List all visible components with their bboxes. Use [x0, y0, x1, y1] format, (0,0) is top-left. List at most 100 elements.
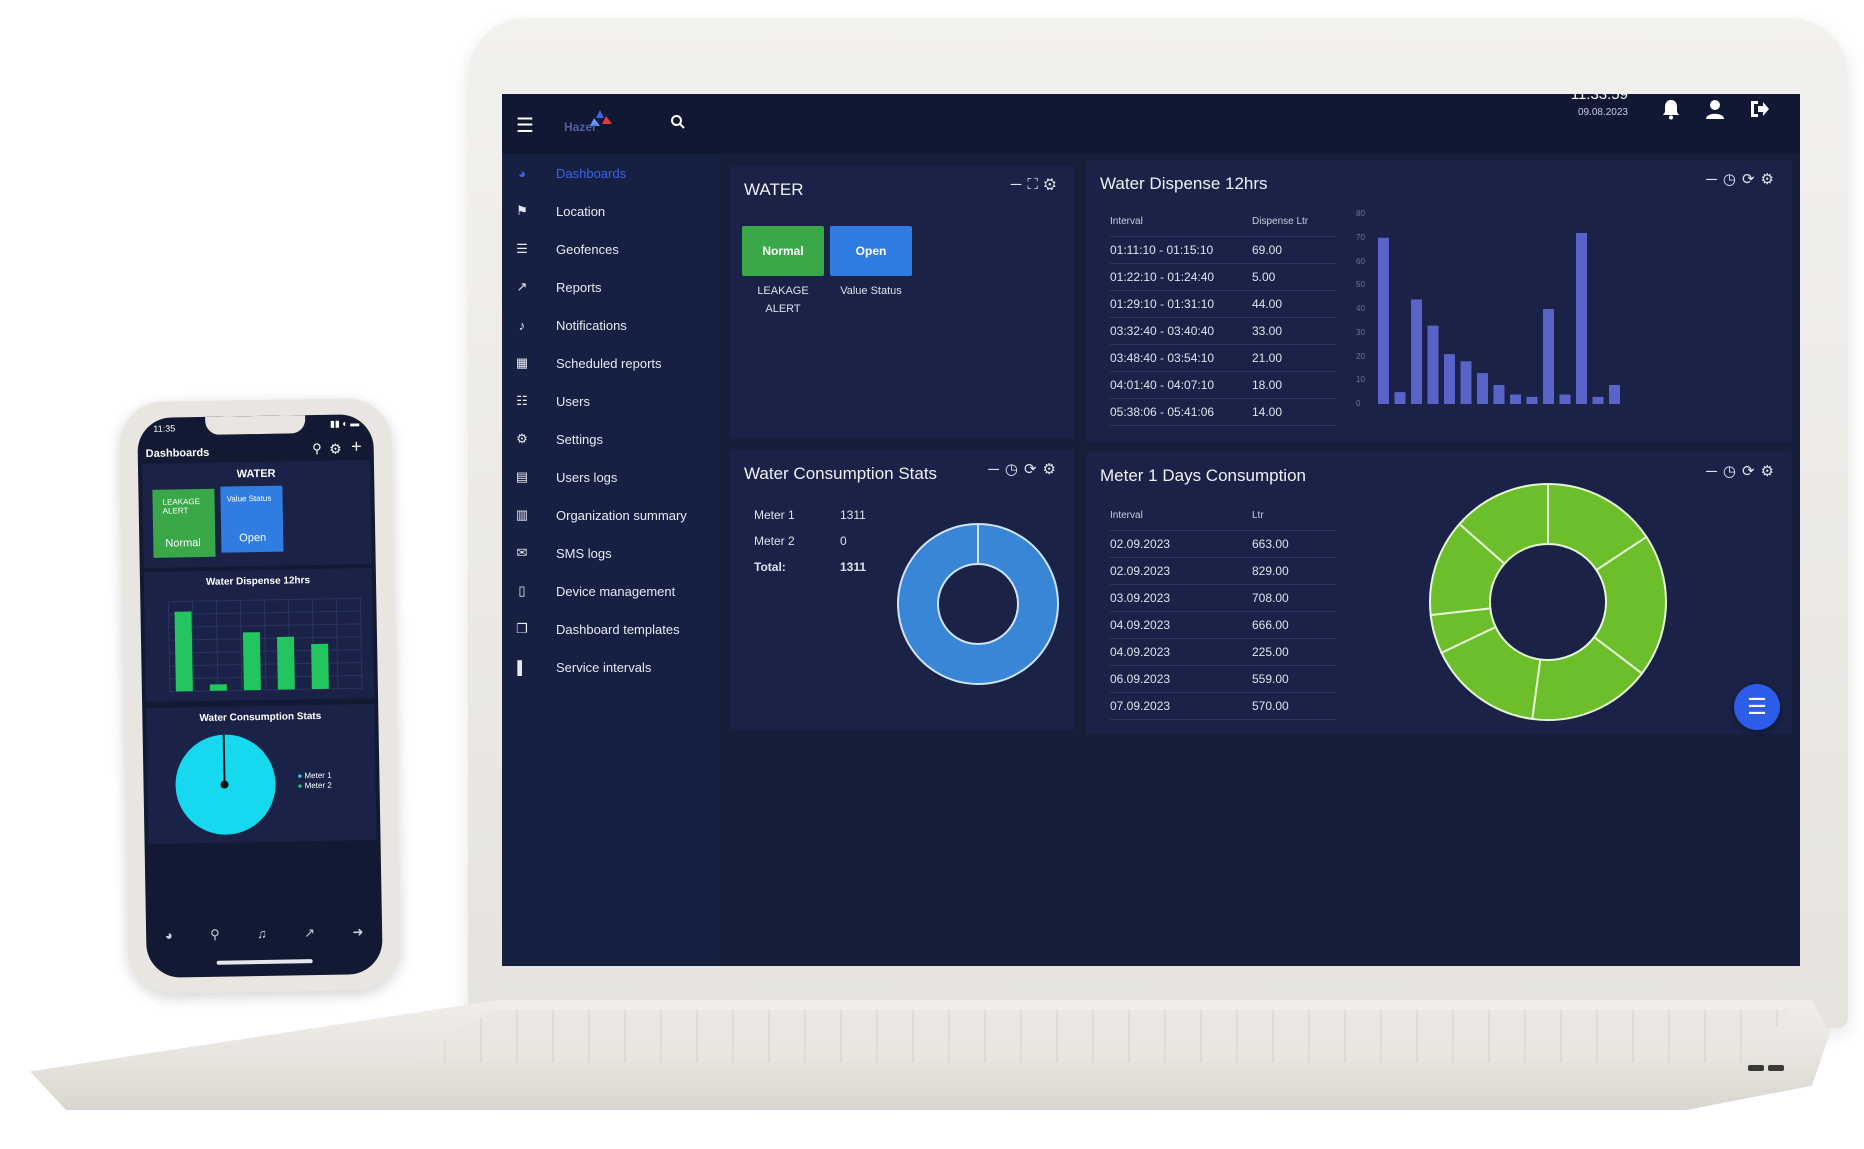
sidebar-item-notifications[interactable]: ♪ Notifications — [502, 306, 720, 344]
sidebar-item-organization-summary[interactable]: ▥ Organization summary — [502, 496, 720, 534]
fullscreen-icon[interactable]: ⛶ — [1027, 176, 1044, 193]
sidebar-item-device-management[interactable]: ▯ Device management — [502, 572, 720, 610]
phone-add-icon[interactable]: + — [351, 436, 362, 457]
phone-leak-status[interactable]: LEAKAGE ALERT Normal — [152, 488, 216, 558]
phone-gridline — [168, 610, 363, 615]
dispense-bar — [1526, 396, 1538, 404]
leakage-caption: LEAKAGE ALERT — [757, 285, 809, 315]
gear-icon[interactable]: ⚙ — [1761, 463, 1780, 480]
minimize-icon[interactable]: ─ — [1706, 463, 1723, 480]
sidebar-item-users[interactable]: ☷ Users — [502, 382, 720, 420]
sidebar-item-location[interactable]: ⚑ Location — [502, 192, 720, 230]
refresh-icon[interactable]: ⟳ — [1742, 171, 1761, 188]
sidebar-item-users-logs[interactable]: ▤ Users logs — [502, 458, 720, 496]
hamburger-menu-icon[interactable]: ☰ — [516, 116, 534, 136]
sidebar-item-sms-logs[interactable]: ✉ SMS logs — [502, 534, 720, 572]
sidebar-item-label: Device management — [556, 583, 676, 599]
sidebar-item-label: Organization summary — [556, 507, 687, 523]
nav-bell-icon[interactable]: ♫ — [257, 926, 267, 950]
phone-gridline — [167, 601, 171, 692]
table-cell: 708.00 — [1252, 584, 1336, 612]
phone-dispense-bar — [311, 643, 329, 690]
phone-dispense-chart — [167, 597, 364, 693]
table-cell: 559.00 — [1252, 665, 1336, 693]
valve-caption: Value Status — [840, 285, 902, 297]
sidebar-item-dashboard-templates[interactable]: ❐ Dashboard templates — [502, 610, 720, 648]
refresh-icon[interactable]: ⟳ — [1742, 463, 1761, 480]
dispense-bar — [1510, 394, 1521, 404]
dispense-bar — [1559, 394, 1571, 404]
water-dispense-panel: Water Dispense 12hrs ─◷⟳⚙ Interval Dispen… — [1086, 160, 1792, 442]
history-icon[interactable]: ◷ — [1723, 171, 1742, 188]
sidebar-item-service-intervals[interactable]: ▌ Service intervals — [502, 648, 720, 686]
table-cell: Meter 1 — [754, 508, 795, 522]
top-bar: ☰ Hazer 11:33:59 09.08.2023 5 — [502, 94, 1800, 154]
nav-chart-icon[interactable]: ↗ — [304, 925, 315, 949]
logout-icon[interactable] — [1748, 98, 1770, 123]
search-icon[interactable] — [670, 114, 686, 136]
phone-search-icon[interactable]: ⚲ — [312, 441, 322, 457]
sidebar-item-geofences[interactable]: ☰ Geofences — [502, 230, 720, 268]
table-cell: Total: — [754, 560, 786, 574]
table-cell: 03:48:40 - 03:54:10 — [1110, 344, 1252, 372]
sidebar-item-label: Location — [556, 203, 606, 219]
table-cell: 04:01:40 - 04:07:10 — [1110, 371, 1252, 399]
minimize-icon[interactable]: ─ — [1011, 176, 1028, 193]
bell-icon: ♪ — [518, 317, 526, 333]
phone-device: 11:35 ▮▮ ◐ ▬ Dashboards ⚲ ⚙ + WATER LEAK… — [118, 397, 402, 995]
table-cell: 03.09.2023 — [1110, 584, 1252, 612]
leakage-alert-status[interactable]: Normal — [742, 226, 824, 276]
table-cell: 14.00 — [1252, 398, 1336, 426]
phone-gridline — [239, 600, 243, 691]
meter-table: Interval Ltr 02.09.2023 663.00 02.09.2023 829… — [1110, 506, 1336, 720]
legend-item-meter-2: ● Meter 2 — [297, 780, 332, 791]
chart-line-icon: ↗ — [516, 279, 528, 294]
phone-valve-status[interactable]: Value Status Open — [220, 485, 284, 553]
history-icon[interactable]: ◷ — [1005, 461, 1024, 478]
nav-logout-icon[interactable]: ➜ — [352, 924, 363, 948]
dispense-bar — [1609, 385, 1620, 404]
nav-location-icon[interactable]: ⚲ — [210, 927, 220, 951]
sidebar-item-reports[interactable]: ↗ Reports — [502, 268, 720, 306]
gear-icon[interactable]: ⚙ — [1761, 171, 1780, 188]
table-cell: 01:11:10 - 01:15:10 — [1110, 236, 1252, 264]
phone-gridline — [215, 600, 219, 691]
dashboard-screen: ☰ Hazer 11:33:59 09.08.2023 5 ◕ Dashboard… — [502, 94, 1800, 966]
bell-icon[interactable] — [1660, 98, 1682, 123]
sidebar-item-settings[interactable]: ⚙ Settings — [502, 420, 720, 458]
sidebar-item-label: Dashboards — [556, 165, 627, 181]
phone-gridline — [335, 598, 339, 689]
gear-icon[interactable]: ⚙ — [1044, 176, 1062, 193]
water-panel: WATER ─⛶⚙ Normal Open LEAKAGE ALERT Value… — [730, 166, 1074, 438]
fab-menu-button[interactable]: ☰ — [1734, 684, 1780, 730]
table-cell: 33.00 — [1252, 317, 1336, 345]
phone-gear-icon[interactable]: ⚙ — [329, 441, 342, 458]
minimize-icon[interactable]: ─ — [988, 461, 1005, 478]
panel-title: Water Consumption Stats — [744, 464, 938, 483]
valve-status[interactable]: Open — [830, 226, 912, 276]
nav-dashboard-icon[interactable]: ◕ — [165, 928, 173, 952]
table-cell: 02.09.2023 — [1110, 557, 1252, 585]
sidebar-item-label: Geofences — [556, 241, 619, 257]
history-icon[interactable]: ◷ — [1723, 463, 1742, 480]
table-cell: 04.09.2023 — [1110, 611, 1252, 639]
laptop-ports — [1748, 1058, 1790, 1080]
phone-dispense-bar — [209, 684, 227, 691]
dashboard-icon: ◕ — [518, 165, 526, 181]
dispense-bar — [1592, 396, 1604, 404]
sidebar-item-dashboards[interactable]: ◕ Dashboards — [502, 154, 720, 192]
signal-bars-icon: ▌ — [517, 659, 527, 675]
table-row: 04.09.2023 666.00 — [1110, 611, 1336, 639]
minimize-icon[interactable]: ─ — [1706, 171, 1723, 188]
table-row: 05:38:06 - 05:41:06 14.00 — [1110, 398, 1336, 426]
gear-icon[interactable]: ⚙ — [1043, 461, 1062, 478]
table-row: 03:32:40 - 03:40:40 33.00 — [1110, 317, 1336, 345]
dispense-bar — [1444, 354, 1455, 404]
sidebar-item-scheduled-reports[interactable]: ▦ Scheduled reports — [502, 344, 720, 382]
column-header: Interval — [1110, 212, 1252, 237]
table-cell: 06.09.2023 — [1110, 665, 1252, 693]
refresh-icon[interactable]: ⟳ — [1024, 461, 1043, 478]
dispense-bar — [1576, 233, 1587, 404]
user-icon[interactable] — [1704, 98, 1726, 123]
sidebar-item-label: Settings — [556, 431, 603, 447]
